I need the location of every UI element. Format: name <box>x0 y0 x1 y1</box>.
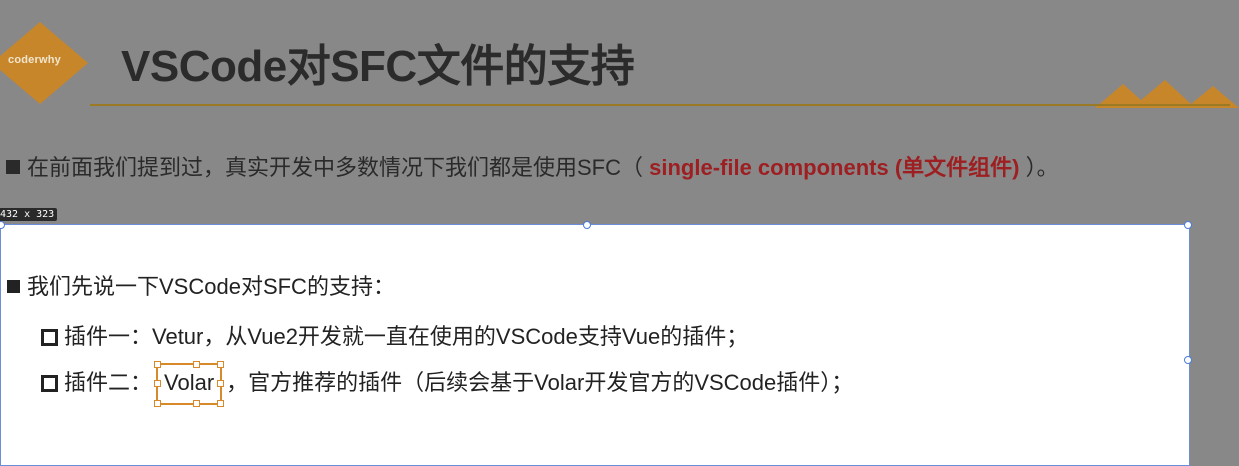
object-handle[interactable] <box>193 361 201 368</box>
slide-header: coderwhy VSCode对SFC文件的支持 <box>0 0 1239 112</box>
object-handle[interactable] <box>154 380 162 387</box>
bullet-prefix: 在前面我们提到过，真实开发中多数情况下我们都是使用SFC（ <box>27 155 650 180</box>
plugin-two-line: 插件二： Volar ，官方推荐的插件（后续会基于Volar开发官方的VSCode插… <box>41 361 854 407</box>
slide-title: VSCode对SFC文件的支持 <box>121 42 635 91</box>
bullet-icon <box>6 160 20 174</box>
plugin-one-text: 插件一：Vetur，从Vue2开发就一直在使用的VSCode支持Vue的插件； <box>64 324 749 349</box>
object-handle[interactable] <box>217 380 225 387</box>
volar-text: Volar <box>164 370 215 395</box>
selection-size-badge: 432 x 323 <box>0 208 58 221</box>
plugin-two-suffix: ，官方推荐的插件（后续会基于Volar开发官方的VSCode插件）； <box>226 370 854 395</box>
plugin-one-line: 插件一：Vetur，从Vue2开发就一直在使用的VSCode支持Vue的插件； <box>41 319 748 351</box>
resize-handle-top[interactable] <box>583 221 591 229</box>
bullet-highlight: single-file components (单文件组件) <box>649 155 1020 180</box>
resize-handle-right[interactable] <box>1184 356 1192 364</box>
title-divider <box>90 104 1230 106</box>
bullet-suffix: ）。 <box>1019 155 1059 180</box>
logo-text: coderwhy <box>8 54 61 66</box>
object-handle[interactable] <box>193 400 201 407</box>
resize-handle-top-right[interactable] <box>1184 221 1192 229</box>
plugin-two-prefix: 插件二： <box>64 370 153 395</box>
hollow-bullet-icon <box>41 375 58 392</box>
bullet-icon <box>7 280 20 293</box>
object-handle[interactable] <box>154 400 162 407</box>
resize-handle-top-left[interactable] <box>0 221 5 229</box>
panel-heading-line: 我们先说一下VSCode对SFC的支持： <box>7 269 395 301</box>
hollow-bullet-icon <box>41 329 58 346</box>
object-handle[interactable] <box>217 361 225 368</box>
selected-text-panel[interactable]: 我们先说一下VSCode对SFC的支持： 插件一：Vetur，从Vue2开发就一… <box>0 221 1192 466</box>
bullet-sfc-intro: 在前面我们提到过，真实开发中多数情况下我们都是使用SFC（ single-fil… <box>6 150 1059 182</box>
volar-selected-text[interactable]: Volar <box>154 361 225 407</box>
panel-heading: 我们先说一下VSCode对SFC的支持： <box>27 274 395 299</box>
object-handle[interactable] <box>154 361 162 368</box>
object-handle[interactable] <box>217 400 225 407</box>
